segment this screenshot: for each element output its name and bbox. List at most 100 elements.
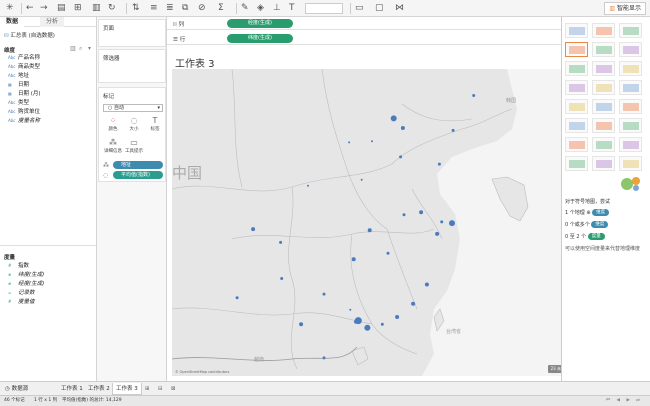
save-icon[interactable]: ▤ bbox=[57, 3, 66, 14]
group-icon[interactable]: ⧉ bbox=[182, 3, 188, 14]
measure-field[interactable]: ⊕ 经度(生成) bbox=[8, 280, 44, 288]
undo-icon[interactable]: ← bbox=[26, 3, 34, 14]
chart-type-thumbnail[interactable] bbox=[592, 156, 615, 171]
map-mark-dot[interactable] bbox=[360, 178, 363, 181]
chart-type-thumbnail[interactable] bbox=[565, 42, 588, 57]
new-dashboard-icon[interactable]: ⊟ bbox=[155, 383, 166, 395]
map-view[interactable]: 中国 韩国 台湾省 越南 © OpenStreetMap contributor… bbox=[172, 69, 572, 376]
chart-type-thumbnail[interactable] bbox=[619, 80, 642, 95]
map-mark-dot[interactable] bbox=[437, 162, 441, 166]
measure-field[interactable]: # 指数 bbox=[8, 262, 29, 270]
chart-type-thumbnail[interactable] bbox=[592, 42, 615, 57]
new-sheet-icon[interactable]: ▥ bbox=[92, 3, 101, 14]
swap-icon[interactable]: ⇅ bbox=[132, 3, 140, 14]
chart-type-thumbnail[interactable] bbox=[565, 137, 588, 152]
dimension-field[interactable]: Abc 地址 bbox=[8, 72, 29, 80]
nav-next-icon[interactable]: ▶ bbox=[627, 396, 630, 406]
map-mark-dot[interactable] bbox=[411, 301, 416, 306]
pages-card[interactable]: 页面 bbox=[98, 19, 166, 47]
chart-type-thumbnail[interactable] bbox=[619, 23, 642, 38]
map-mark-dot[interactable] bbox=[322, 292, 326, 296]
highlight-icon[interactable]: ✎ bbox=[241, 3, 249, 14]
dimension-field[interactable]: Abc 类型 bbox=[8, 99, 29, 107]
map-mark-dot[interactable] bbox=[354, 319, 358, 324]
tableau-logo-icon[interactable]: ✳ bbox=[6, 3, 14, 14]
chart-type-thumbnail[interactable] bbox=[592, 99, 615, 114]
share-icon[interactable]: ⋈ bbox=[395, 3, 404, 14]
tab-data[interactable]: 数据 bbox=[0, 17, 25, 27]
dimension-field[interactable]: Abc 度量名称 bbox=[8, 117, 40, 125]
map-mark-dot[interactable] bbox=[348, 141, 351, 144]
chart-type-thumbnail[interactable] bbox=[565, 99, 588, 114]
address-pill[interactable]: 地址 bbox=[113, 161, 163, 169]
annotate-icon[interactable]: ◈ bbox=[257, 3, 264, 14]
chart-type-thumbnail[interactable] bbox=[619, 118, 642, 133]
map-mark-dot[interactable] bbox=[402, 213, 406, 217]
dimension-field[interactable]: ▦ 日期 bbox=[8, 81, 29, 89]
map-mark-dot[interactable] bbox=[400, 126, 405, 130]
new-sheet-icon[interactable]: ⊞ bbox=[142, 383, 153, 395]
map-mark-dot[interactable] bbox=[364, 324, 371, 331]
tab-analysis[interactable]: 分析 bbox=[40, 17, 65, 27]
nav-prev-icon[interactable]: ◀ bbox=[617, 396, 620, 406]
map-mark-dot[interactable] bbox=[279, 240, 283, 244]
measure-field[interactable]: # 度量值 bbox=[8, 298, 35, 306]
sort-asc-icon[interactable]: ≡ bbox=[150, 3, 158, 14]
pin-icon[interactable]: ⊥ bbox=[273, 3, 281, 14]
map-mark-dot[interactable] bbox=[367, 228, 372, 233]
presentation-icon[interactable]: ▭ bbox=[355, 3, 364, 14]
chart-type-thumbnail[interactable] bbox=[592, 80, 615, 95]
chart-type-thumbnail[interactable] bbox=[619, 156, 642, 171]
new-datasource-icon[interactable]: ⊞ bbox=[74, 3, 82, 14]
totals-icon[interactable]: Σ bbox=[218, 3, 224, 14]
search-icon[interactable]: ⌕ bbox=[79, 45, 82, 53]
tooltip-button[interactable]: ▭ 工具提示 bbox=[124, 138, 144, 158]
map-mark-dot[interactable] bbox=[395, 315, 400, 319]
filters-card[interactable]: 筛选器 bbox=[98, 49, 166, 83]
new-story-icon[interactable]: ⊠ bbox=[168, 383, 179, 395]
nav-last-icon[interactable]: ⏭ bbox=[636, 396, 640, 406]
dimension-field[interactable]: Abc 商品类型 bbox=[8, 63, 40, 71]
map-mark-dot[interactable] bbox=[451, 128, 455, 132]
dimension-field[interactable]: ▦ 日期 (月) bbox=[8, 90, 41, 98]
chart-type-thumbnail[interactable] bbox=[592, 137, 615, 152]
fit-dropdown[interactable] bbox=[305, 3, 343, 14]
map-mark-dot[interactable] bbox=[399, 155, 403, 159]
map-mark-dot[interactable] bbox=[440, 220, 444, 224]
map-mark-dot[interactable] bbox=[424, 282, 429, 287]
map-mark-dot[interactable] bbox=[419, 210, 424, 215]
dimension-field[interactable]: Abc 购货单位 bbox=[8, 108, 40, 116]
chart-type-thumbnail[interactable] bbox=[592, 61, 615, 76]
nav-first-icon[interactable]: ⏮ bbox=[606, 396, 610, 406]
map-mark-dot[interactable] bbox=[390, 115, 397, 122]
datasource-item[interactable]: ⛁ 汇总表 (自选数据) bbox=[4, 31, 55, 39]
map-mark-dot[interactable] bbox=[251, 227, 256, 232]
chart-type-thumbnail[interactable] bbox=[565, 23, 588, 38]
chart-type-thumbnail[interactable] bbox=[565, 61, 588, 76]
tab-datasource[interactable]: ◷ 数据源 bbox=[2, 383, 31, 395]
menu-icon[interactable]: ▾ bbox=[88, 45, 91, 52]
text-icon[interactable]: T bbox=[289, 3, 295, 14]
map-mark-dot[interactable] bbox=[380, 322, 384, 326]
map-mark-dot[interactable] bbox=[449, 220, 455, 227]
rows-pill[interactable]: 纬度(生成) bbox=[227, 34, 293, 43]
map-mark-dot[interactable] bbox=[280, 277, 284, 280]
clear-icon[interactable]: ⊘ bbox=[198, 3, 206, 14]
map-mark-dot[interactable] bbox=[472, 94, 476, 97]
map-mark-dot[interactable] bbox=[435, 231, 440, 236]
chart-type-thumbnail[interactable] bbox=[619, 61, 642, 76]
chart-type-thumbnail[interactable] bbox=[565, 80, 588, 95]
dimension-field[interactable]: Abc 产品名称 bbox=[8, 54, 40, 62]
chart-type-thumbnail[interactable] bbox=[619, 99, 642, 114]
chart-type-thumbnail[interactable] bbox=[565, 118, 588, 133]
chart-type-thumbnail[interactable] bbox=[619, 137, 642, 152]
detail-button[interactable]: ⁂ 详细信息 bbox=[103, 138, 123, 158]
tab-sheet1[interactable]: 工作表 1 bbox=[58, 383, 86, 395]
map-mark-dot[interactable] bbox=[351, 257, 356, 262]
map-mark-dot[interactable] bbox=[235, 296, 239, 300]
map-mark-dot[interactable] bbox=[307, 184, 309, 187]
measure-field[interactable]: ⊕ 纬度(生成) bbox=[8, 271, 44, 279]
measure-field[interactable]: = 记录数 bbox=[8, 289, 35, 297]
map-mark-dot[interactable] bbox=[299, 322, 304, 327]
map-mark-dot[interactable] bbox=[386, 251, 390, 255]
